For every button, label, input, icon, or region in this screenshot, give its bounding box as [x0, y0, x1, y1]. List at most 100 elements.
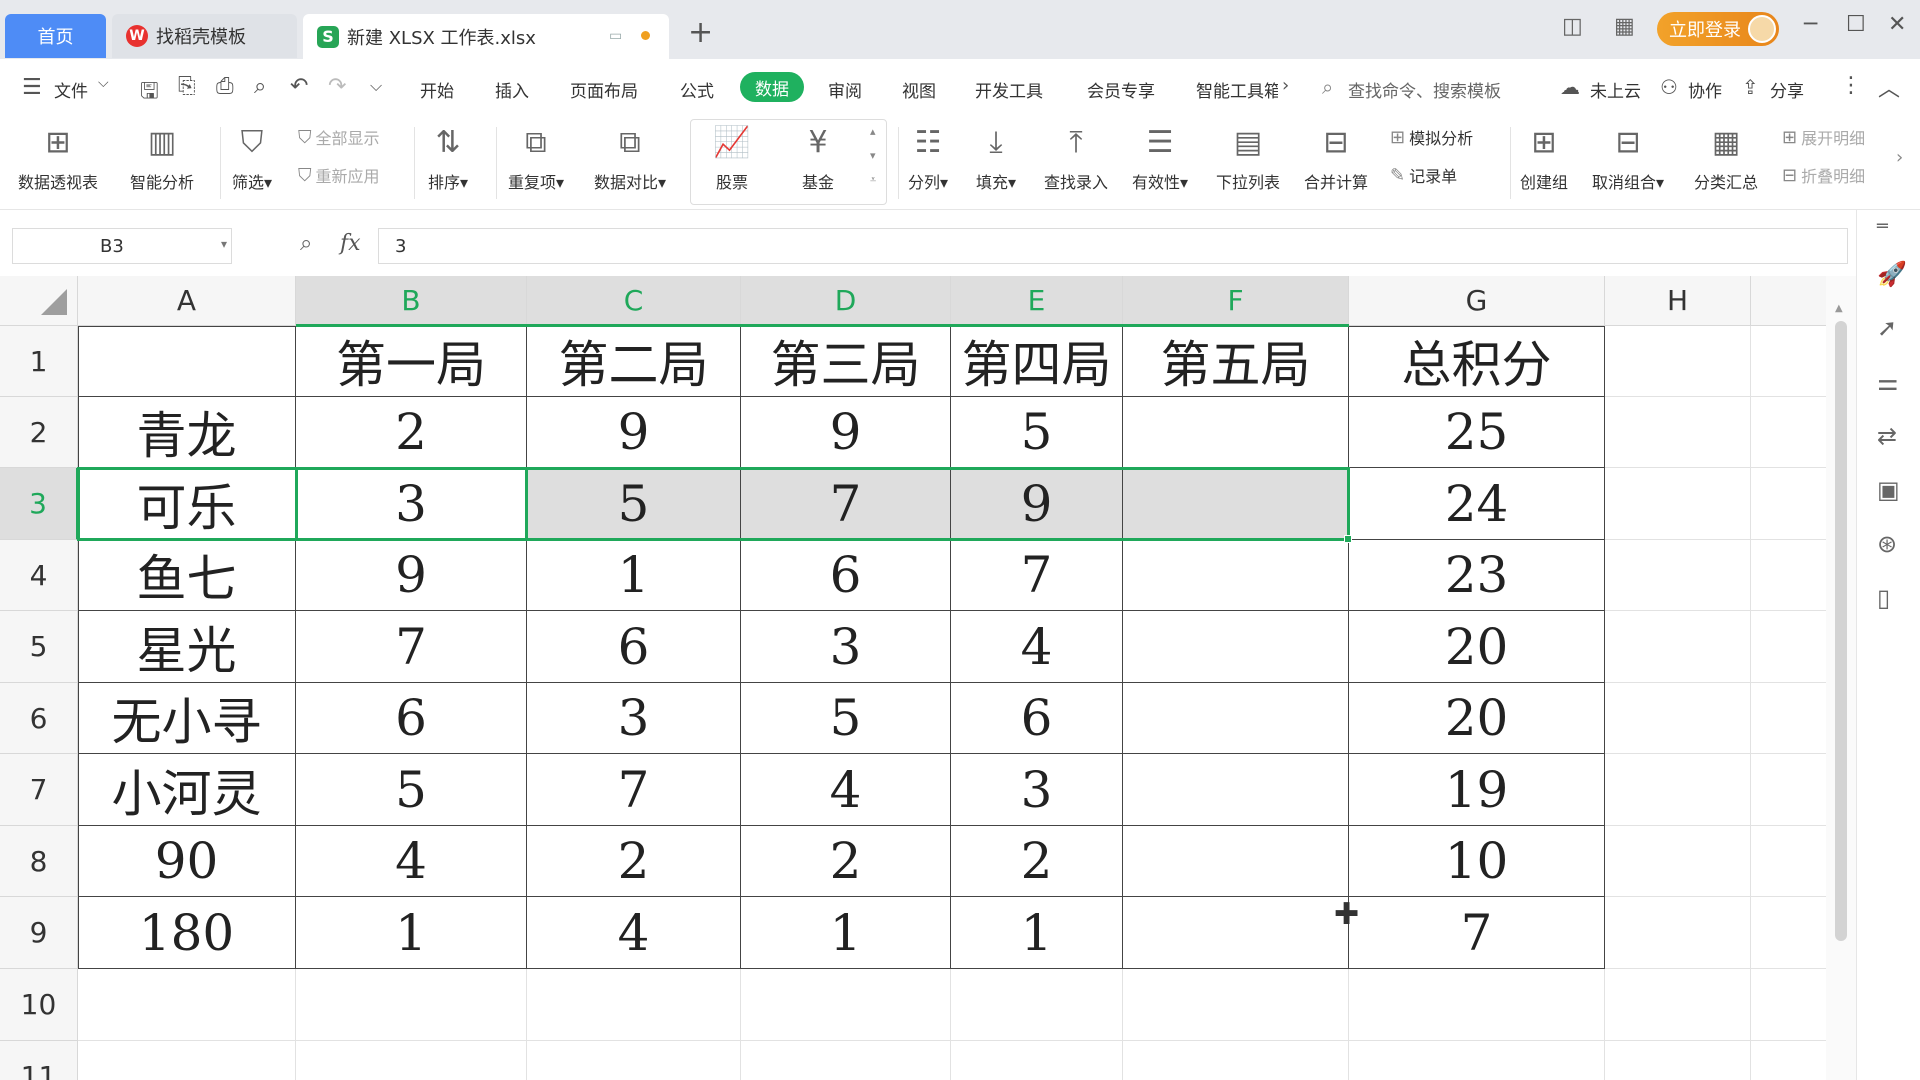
cell-f11[interactable] — [1123, 1041, 1349, 1080]
cell-g9[interactable]: 7 — [1349, 897, 1605, 969]
cell-h2[interactable] — [1605, 397, 1751, 468]
cell-e4[interactable]: 7 — [951, 540, 1123, 611]
image-icon[interactable]: ▣ — [1877, 476, 1900, 504]
settings-sliders-icon[interactable]: ⚌ — [1877, 368, 1899, 396]
row-header-5[interactable]: 5 — [0, 611, 78, 683]
cell-f8[interactable] — [1123, 826, 1349, 897]
save-icon[interactable]: 🖫 — [140, 74, 159, 112]
row-header-7[interactable]: 7 — [0, 754, 78, 826]
reapply-button[interactable]: ⛉ 重新应用 — [298, 163, 380, 187]
cell-a6[interactable]: 无小寻 — [78, 683, 296, 754]
cell-b9[interactable]: 1 — [296, 897, 527, 969]
row-header-4[interactable]: 4 — [0, 540, 78, 611]
cell-c5[interactable]: 6 — [527, 611, 741, 683]
cell-a7[interactable]: 小河灵 — [78, 754, 296, 826]
column-header-f[interactable]: F — [1123, 276, 1349, 326]
column-header-g[interactable]: G — [1349, 276, 1605, 326]
menu-data[interactable]: 数据 — [740, 72, 804, 102]
zoom-search-icon[interactable]: ⌕ — [300, 231, 312, 256]
collapse-detail-button[interactable]: ⊟ 折叠明细 — [1782, 163, 1865, 187]
row-header-1[interactable]: 1 — [0, 326, 78, 397]
menu-smart-tools[interactable]: 智能工具箱 — [1196, 77, 1278, 102]
simulate-analysis-button[interactable]: ⊞ 模拟分析 — [1390, 125, 1473, 149]
filter-button[interactable]: ⛉ 筛选▾ — [232, 121, 272, 193]
cell-f4[interactable] — [1123, 540, 1349, 611]
tab-home[interactable]: 首页 — [5, 14, 106, 58]
cell-d10[interactable] — [741, 969, 951, 1041]
chevron-down-icon[interactable]: ⌵ — [98, 75, 109, 91]
cell-g7[interactable]: 19 — [1349, 754, 1605, 826]
cell-d8[interactable]: 2 — [741, 826, 951, 897]
grid-apps-icon[interactable]: ▦ — [1614, 14, 1635, 39]
cell-c1[interactable]: 第二局 — [527, 326, 741, 397]
split-column-button[interactable]: ☷ 分列▾ — [908, 121, 948, 193]
scroll-down-icon[interactable]: ▾ — [870, 149, 876, 162]
cell-d3[interactable]: 7 — [741, 468, 951, 540]
cell-f3[interactable] — [1123, 468, 1349, 540]
cell-e1[interactable]: 第四局 — [951, 326, 1123, 397]
print-preview-icon[interactable]: ⌕ — [254, 74, 266, 99]
cell-g5[interactable]: 20 — [1349, 611, 1605, 683]
show-all-button[interactable]: ⛉ 全部显示 — [298, 125, 380, 149]
cell-a2[interactable]: 青龙 — [78, 397, 296, 468]
column-header-h[interactable]: H — [1605, 276, 1751, 326]
cell-h5[interactable] — [1605, 611, 1751, 683]
cell-h3[interactable] — [1605, 468, 1751, 540]
panel-handle-icon[interactable]: ═ — [1877, 216, 1888, 237]
cell-d2[interactable]: 9 — [741, 397, 951, 468]
stock-button[interactable]: 📈 股票 — [712, 121, 752, 193]
cell-c7[interactable]: 7 — [527, 754, 741, 826]
dropdown-list-button[interactable]: ▤ 下拉列表 — [1216, 121, 1280, 193]
cell-c10[interactable] — [527, 969, 741, 1041]
column-header-b[interactable]: B — [296, 276, 527, 326]
cell-c2[interactable]: 9 — [527, 397, 741, 468]
menu-developer[interactable]: 开发工具 — [975, 77, 1043, 102]
cell-h8[interactable] — [1605, 826, 1751, 897]
cell-g8[interactable]: 10 — [1349, 826, 1605, 897]
row-header-6[interactable]: 6 — [0, 683, 78, 754]
menu-formula[interactable]: 公式 — [680, 77, 714, 102]
cell-g3[interactable]: 24 — [1349, 468, 1605, 540]
column-header-e[interactable]: E — [951, 276, 1123, 326]
collaborate-button[interactable]: 协作 — [1688, 77, 1722, 102]
collaborate-icon[interactable]: ⚇ — [1660, 75, 1678, 99]
cell-e3[interactable]: 9 — [951, 468, 1123, 540]
export-icon[interactable]: ⎘ — [178, 74, 196, 99]
cell-a1[interactable] — [78, 326, 296, 397]
cell-e2[interactable]: 5 — [951, 397, 1123, 468]
cell-c3[interactable]: 5 — [527, 468, 741, 540]
cell-f10[interactable] — [1123, 969, 1349, 1041]
cell-h1[interactable] — [1605, 326, 1751, 397]
formula-input[interactable]: 3 — [378, 228, 1848, 264]
tab-document[interactable]: S 新建 XLSX 工作表.xlsx ▭ — [303, 14, 669, 59]
cell-h4[interactable] — [1605, 540, 1751, 611]
close-icon[interactable]: ✕ — [1888, 12, 1906, 37]
share-button[interactable]: 分享 — [1770, 77, 1804, 102]
cell-a5[interactable]: 星光 — [78, 611, 296, 683]
row-header-3[interactable]: 3 — [0, 468, 78, 540]
menu-member[interactable]: 会员专享 — [1087, 77, 1155, 102]
cell-g4[interactable]: 23 — [1349, 540, 1605, 611]
cell-b4[interactable]: 9 — [296, 540, 527, 611]
cell-b3[interactable]: 3 — [296, 468, 527, 540]
login-button[interactable]: 立即登录 — [1657, 12, 1779, 46]
chevron-right-icon[interactable]: › — [1282, 75, 1289, 96]
expand-gallery-icon[interactable]: ⩡ — [870, 173, 876, 187]
ungroup-button[interactable]: ⊟ 取消组合▾ — [1592, 121, 1664, 193]
row-header-2[interactable]: 2 — [0, 397, 78, 468]
cell-d1[interactable]: 第三局 — [741, 326, 951, 397]
transform-icon[interactable]: ⇄ — [1877, 422, 1897, 450]
menu-insert[interactable]: 插入 — [495, 77, 529, 102]
column-header-d[interactable]: D — [741, 276, 951, 326]
cell-d9[interactable]: 1 — [741, 897, 951, 969]
cell-b7[interactable]: 5 — [296, 754, 527, 826]
fund-button[interactable]: ¥ 基金 — [798, 121, 838, 193]
more-quick-access-icon[interactable]: ⌵ — [370, 76, 382, 96]
cell-b8[interactable]: 4 — [296, 826, 527, 897]
cell-g1[interactable]: 总积分 — [1349, 326, 1605, 397]
cell-e11[interactable] — [951, 1041, 1123, 1080]
menu-file[interactable]: 文件 — [54, 77, 88, 102]
cell-h10[interactable] — [1605, 969, 1751, 1041]
fill-button[interactable]: ⤓ 填充▾ — [976, 121, 1016, 193]
spreadsheet-grid[interactable]: A B C D E F G H 1 2 3 4 5 6 7 8 9 10 11 第一局 第二局 第三局 第四局 第五局 总积分青… — [0, 276, 1826, 1080]
